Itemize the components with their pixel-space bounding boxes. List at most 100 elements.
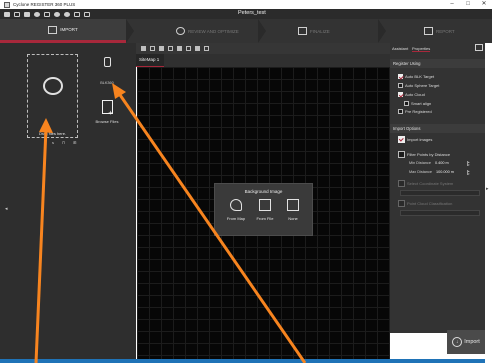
point-cloud-class-option[interactable]: Point Cloud Classification xyxy=(398,200,452,207)
auto-cloud-option[interactable]: Auto Cloud xyxy=(398,92,425,97)
smart-align-checkbox[interactable] xyxy=(404,101,409,106)
pre-registered-checkbox[interactable] xyxy=(398,109,403,114)
app-icon xyxy=(4,1,10,8)
window-title: Cyclone REGISTER 360 PLUS xyxy=(13,2,76,7)
shortcut-icon[interactable]: ⊞ xyxy=(73,140,76,145)
coordinate-system-checkbox[interactable] xyxy=(398,180,405,187)
info-icon[interactable] xyxy=(64,11,70,17)
zoom-icon[interactable] xyxy=(195,46,200,51)
step-import[interactable]: IMPORT xyxy=(0,19,126,43)
settings-icon[interactable] xyxy=(34,11,40,17)
from-map-button[interactable]: From Map xyxy=(222,199,250,221)
option-label: Filter Points by Distance xyxy=(407,152,451,157)
shortcut-icon[interactable]: ⊓ xyxy=(62,140,65,145)
step-separator xyxy=(126,19,134,43)
pre-registered-option[interactable]: Pre Registered xyxy=(398,109,432,114)
option-label: From File xyxy=(256,216,274,221)
auto-blk-target-option[interactable]: Auto BLK Target xyxy=(398,74,434,79)
file-drop-zone[interactable]: Drag files here. xyxy=(27,54,78,138)
none-button[interactable]: None xyxy=(279,199,307,221)
min-distance-input[interactable]: 0.400 m xyxy=(435,161,449,165)
tools-icon[interactable] xyxy=(204,46,209,51)
browse-files-label: Browse Files xyxy=(95,119,119,124)
smart-align-option[interactable]: Smart align xyxy=(404,101,431,106)
browse-files-button[interactable]: Browse Files xyxy=(90,100,124,124)
map-pin-icon xyxy=(230,199,242,211)
max-distance-stepper[interactable]: ▴ ▾ xyxy=(467,170,470,175)
step-report-label: REPORT xyxy=(436,28,455,34)
max-distance-row: Max Distance 100.000 m xyxy=(409,170,454,174)
point-cloud-class-select[interactable] xyxy=(400,210,480,216)
select-icon[interactable] xyxy=(186,46,191,51)
option-label: Select Coordinate System xyxy=(407,181,454,186)
view-tab-strip: SiteMap 1 xyxy=(136,54,390,67)
option-label: Point Cloud Classification xyxy=(407,201,453,206)
panel-tabs: Assistant Properties xyxy=(390,43,485,54)
filter-points-checkbox[interactable] xyxy=(398,151,405,158)
report-step-icon xyxy=(424,27,433,35)
import-images-checkbox[interactable] xyxy=(398,136,405,143)
measure-icon[interactable] xyxy=(177,46,182,51)
source-shortcuts: s ⊓ ⊞ xyxy=(52,140,76,145)
step-review[interactable]: REVIEW AND OPTIMIZE xyxy=(176,19,239,43)
device-label: BLK360 xyxy=(100,81,114,85)
import-button[interactable]: ↓ Import xyxy=(447,330,485,354)
undo-icon[interactable] xyxy=(74,11,80,17)
close-button[interactable]: ✕ xyxy=(476,0,492,9)
min-distance-stepper[interactable]: ▴ ▾ xyxy=(467,161,470,166)
save-icon[interactable] xyxy=(24,11,30,17)
device-blk360[interactable]: BLK360 xyxy=(93,57,121,85)
auto-blk-target-checkbox[interactable] xyxy=(398,74,403,79)
auto-cloud-checkbox[interactable] xyxy=(398,92,403,97)
workflow-steps: IMPORT REVIEW AND OPTIMIZE FINALIZE REPO… xyxy=(0,19,492,43)
step-import-label: IMPORT xyxy=(60,27,78,32)
max-distance-input[interactable]: 100.000 m xyxy=(436,170,454,174)
drop-zone-label: Drag files here. xyxy=(38,131,67,136)
register-using-header: Register Using xyxy=(390,59,485,68)
new-project-icon[interactable] xyxy=(4,11,10,17)
option-label: Auto Sphere Target xyxy=(405,83,440,88)
layout-icon[interactable] xyxy=(159,46,164,51)
view-toolbar xyxy=(136,43,390,54)
tab-assistant[interactable]: Assistant xyxy=(392,46,408,51)
maximize-button[interactable]: □ xyxy=(460,0,476,9)
filter-points-option[interactable]: Filter Points by Distance xyxy=(398,151,450,158)
coordinate-system-option[interactable]: Select Coordinate System xyxy=(398,180,453,187)
project-name: Peters_test xyxy=(238,10,266,16)
shortcut-icon[interactable]: s xyxy=(52,140,54,145)
option-label: From Map xyxy=(226,216,246,221)
option-label: Smart align xyxy=(411,101,432,106)
file-add-icon xyxy=(101,100,113,117)
view-3d-icon[interactable] xyxy=(150,46,155,51)
import-button-label: Import xyxy=(464,339,480,345)
import-options-header: Import Options xyxy=(390,124,485,133)
delete-icon[interactable] xyxy=(44,11,50,17)
grid-icon[interactable] xyxy=(168,46,173,51)
import-step-icon xyxy=(48,25,58,34)
step-finalize[interactable]: FINALIZE xyxy=(298,19,330,43)
right-edge-strip xyxy=(485,43,492,363)
point-cloud-class-checkbox[interactable] xyxy=(398,200,405,207)
expand-right-icon[interactable]: ▸ xyxy=(486,186,489,192)
step-separator xyxy=(378,19,386,43)
folder-icon xyxy=(287,199,299,211)
redo-icon[interactable] xyxy=(84,11,90,17)
coordinate-system-select[interactable] xyxy=(400,190,480,196)
dialog-title: Background Image xyxy=(244,189,283,194)
open-project-icon[interactable] xyxy=(14,11,20,17)
step-report[interactable]: REPORT xyxy=(424,19,455,43)
review-step-icon xyxy=(176,27,185,35)
collapse-left-panel-icon[interactable]: ◂ xyxy=(5,206,8,212)
expand-panel-icon[interactable] xyxy=(475,44,483,51)
minimize-button[interactable]: – xyxy=(444,0,460,9)
from-file-button[interactable]: From File xyxy=(251,199,279,221)
tab-sitemap[interactable]: SiteMap 1 xyxy=(136,54,164,67)
help-icon[interactable] xyxy=(54,11,60,17)
option-label: Pre Registered xyxy=(405,109,432,114)
auto-sphere-target-option[interactable]: Auto Sphere Target xyxy=(398,83,439,88)
tab-properties[interactable]: Properties xyxy=(412,46,431,52)
auto-sphere-target-checkbox[interactable] xyxy=(398,83,403,88)
import-images-option[interactable]: Import images xyxy=(398,136,432,143)
status-bar xyxy=(0,359,485,363)
view-top-icon[interactable] xyxy=(141,46,146,51)
